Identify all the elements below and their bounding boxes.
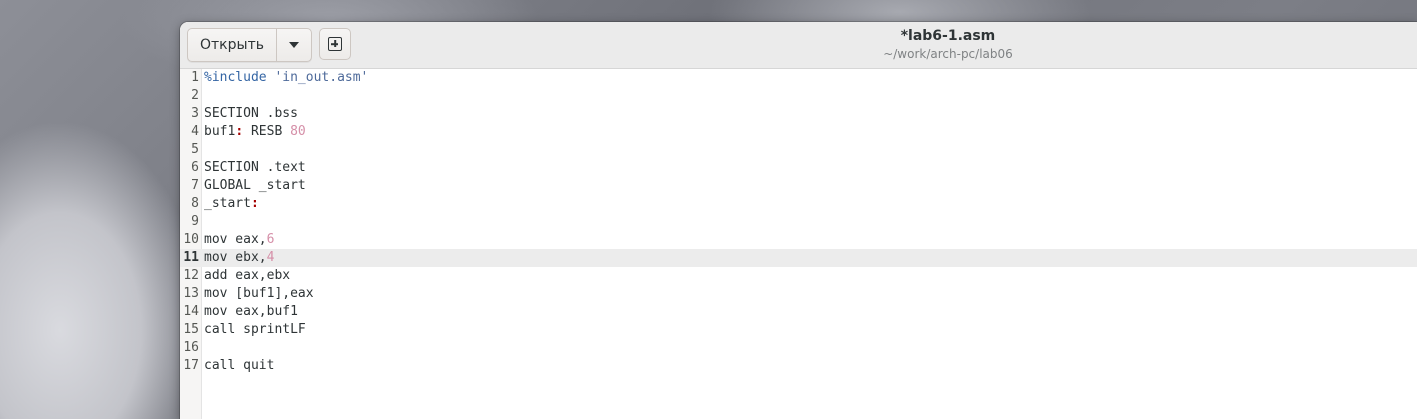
open-button-group: Открыть xyxy=(187,28,312,62)
line-code: add eax,ebx xyxy=(204,267,290,285)
line-code: SECTION .bss xyxy=(204,105,298,123)
line-number: 13 xyxy=(183,286,199,301)
line-number: 17 xyxy=(183,358,199,373)
line-code: _start: xyxy=(204,195,259,213)
open-menu-button[interactable] xyxy=(277,29,311,61)
code-line[interactable]: 6 SECTION .text xyxy=(180,159,1417,177)
line-number: 12 xyxy=(183,268,199,283)
line-number: 8 xyxy=(191,196,199,211)
line-number: 15 xyxy=(183,322,199,337)
open-button[interactable]: Открыть xyxy=(188,29,277,61)
code-token: : xyxy=(235,124,244,139)
line-code: %include 'in_out.asm' xyxy=(204,69,368,87)
line-number: 16 xyxy=(183,340,199,355)
code-token: add eax,ebx xyxy=(204,268,291,283)
code-line[interactable]: 1 %include 'in_out.asm' xyxy=(180,69,1417,87)
code-token: 4 xyxy=(266,250,275,265)
code-lines[interactable]: 1 %include 'in_out.asm' 2 3 SECTION .bss 4 buf… xyxy=(180,69,1417,375)
code-line[interactable]: 3 SECTION .bss xyxy=(180,105,1417,123)
code-token: call quit xyxy=(204,358,275,373)
code-line[interactable]: 5 xyxy=(180,141,1417,159)
code-line[interactable]: 15 call sprintLF xyxy=(180,321,1417,339)
code-token: _start xyxy=(204,196,251,211)
code-line[interactable]: 11 mov ebx,4 xyxy=(180,249,1417,267)
code-token: mov ebx, xyxy=(204,250,267,265)
editor-window: Открыть *lab6-1.asm ~/work/arch-pc/lab06… xyxy=(180,22,1417,419)
document-title: *lab6-1.asm xyxy=(900,28,996,44)
new-tab-button[interactable] xyxy=(319,28,351,60)
code-line[interactable]: 9 xyxy=(180,213,1417,231)
line-number: 9 xyxy=(191,214,199,229)
code-token: RESB xyxy=(243,124,291,139)
code-line[interactable]: 7 GLOBAL _start xyxy=(180,177,1417,195)
code-line[interactable]: 13 mov [buf1],eax xyxy=(180,285,1417,303)
line-number: 11 xyxy=(183,250,199,265)
code-token: buf1 xyxy=(204,124,236,139)
line-number: 1 xyxy=(191,70,199,85)
line-number: 10 xyxy=(183,232,199,247)
line-number: 2 xyxy=(191,88,199,103)
code-line[interactable]: 4 buf1: RESB 80 xyxy=(180,123,1417,141)
line-code: mov [buf1],eax xyxy=(204,285,314,303)
code-line[interactable]: 17 call quit xyxy=(180,357,1417,375)
line-code: call sprintLF xyxy=(204,321,306,339)
line-number: 7 xyxy=(191,178,199,193)
code-line[interactable]: 8 _start: xyxy=(180,195,1417,213)
code-token: SECTION .text xyxy=(204,160,306,175)
document-path: ~/work/arch-pc/lab06 xyxy=(883,47,1013,61)
code-token: GLOBAL _start xyxy=(204,178,306,193)
code-token: %include xyxy=(204,70,275,85)
code-line[interactable]: 14 mov eax,buf1 xyxy=(180,303,1417,321)
line-code: buf1: RESB 80 xyxy=(204,123,306,141)
line-number: 6 xyxy=(191,160,199,175)
text-editor[interactable]: 1 %include 'in_out.asm' 2 3 SECTION .bss 4 buf… xyxy=(180,69,1417,419)
code-token: 80 xyxy=(290,124,306,139)
code-token: : xyxy=(250,196,259,211)
new-tab-icon xyxy=(328,37,342,51)
code-token: mov eax, xyxy=(204,232,267,247)
code-line[interactable]: 2 xyxy=(180,87,1417,105)
line-number: 4 xyxy=(191,124,199,139)
code-line[interactable]: 10 mov eax,6 xyxy=(180,231,1417,249)
line-number: 3 xyxy=(191,106,199,121)
line-number: 14 xyxy=(183,304,199,319)
code-token: mov eax,buf1 xyxy=(204,304,298,319)
code-line[interactable]: 12 add eax,ebx xyxy=(180,267,1417,285)
line-code: GLOBAL _start xyxy=(204,177,306,195)
code-token: mov [buf1],eax xyxy=(204,286,314,301)
line-code: mov eax,buf1 xyxy=(204,303,298,321)
line-code: call quit xyxy=(204,357,274,375)
line-code: mov eax,6 xyxy=(204,231,274,249)
header-bar: Открыть *lab6-1.asm ~/work/arch-pc/lab06 xyxy=(180,22,1417,69)
line-code: mov ebx,4 xyxy=(204,249,274,267)
line-number: 5 xyxy=(191,142,199,157)
window-title-area: *lab6-1.asm ~/work/arch-pc/lab06 xyxy=(858,28,1038,62)
code-token: 6 xyxy=(266,232,275,247)
code-line[interactable]: 16 xyxy=(180,339,1417,357)
chevron-down-icon xyxy=(289,42,299,48)
code-token: SECTION .bss xyxy=(204,106,298,121)
line-code: SECTION .text xyxy=(204,159,306,177)
code-token: 'in_out.asm' xyxy=(274,70,369,85)
code-token: call sprintLF xyxy=(204,322,306,337)
